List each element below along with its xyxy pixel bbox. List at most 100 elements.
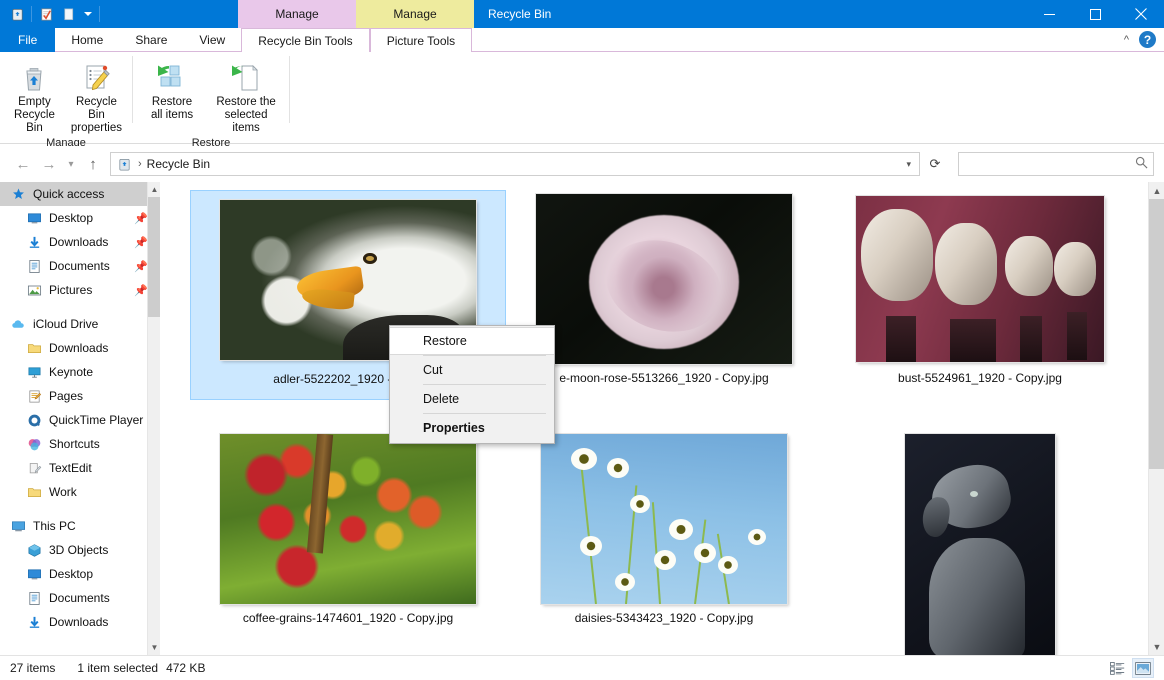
folder-icon: [26, 484, 43, 501]
sidebar-label: Pictures: [49, 283, 93, 297]
minimize-button[interactable]: [1026, 0, 1072, 28]
file-list-scrollbar[interactable]: ▲ ▼: [1148, 182, 1164, 655]
documents-icon: [26, 258, 43, 275]
context-menu-item-restore[interactable]: Restore: [390, 327, 554, 355]
file-list-pane[interactable]: adler-5522202_1920 - Copy e-moon-rose-55…: [160, 182, 1164, 655]
close-button[interactable]: [1118, 0, 1164, 28]
sidebar-item-shortcuts[interactable]: Shortcuts: [0, 432, 160, 456]
sidebar-item-keynote[interactable]: Keynote: [0, 360, 160, 384]
restore-all-items-button[interactable]: Restore all items: [137, 58, 207, 124]
context-menu-item-delete[interactable]: Delete: [390, 385, 554, 413]
sidebar-label: 3D Objects: [49, 543, 109, 557]
scroll-down-button[interactable]: ▼: [1149, 638, 1164, 655]
sidebar-item-this-pc[interactable]: This PC: [0, 514, 160, 538]
up-button[interactable]: ↑: [80, 151, 106, 177]
sidebar-scroll-thumb[interactable]: [148, 197, 160, 317]
scroll-up-button[interactable]: ▲: [1149, 182, 1164, 199]
file-item[interactable]: bust-5524961_1920 - Copy.jpg: [822, 190, 1138, 400]
recycle-bin-icon[interactable]: [6, 3, 28, 25]
file-item[interactable]: daisies-5343423_1920 - Copy.jpg: [506, 430, 822, 640]
tab-recycle-bin-tools[interactable]: Recycle Bin Tools: [241, 28, 370, 53]
context-menu-item-cut[interactable]: Cut: [390, 356, 554, 384]
sidebar-item-quicktime-player[interactable]: QuickTime Player: [0, 408, 160, 432]
sidebar-item-desktop[interactable]: Desktop 📌: [0, 206, 160, 230]
thumbnail-bust: [856, 196, 1104, 362]
daisy-flower: [668, 519, 693, 540]
sidebar-label: Documents: [49, 591, 110, 605]
chevron-down-icon[interactable]: [79, 3, 96, 25]
main-area: Quick access Desktop 📌 Downloads 📌 Docum…: [0, 182, 1164, 655]
tab-view[interactable]: View: [183, 28, 241, 52]
sidebar-item-quick-access[interactable]: Quick access: [0, 182, 160, 206]
recycle-bin-properties-button[interactable]: Recycle Bin properties: [65, 58, 128, 137]
file-name-label: daisies-5343423_1920 - Copy.jpg: [574, 611, 754, 625]
tab-share[interactable]: Share: [119, 28, 183, 52]
daisy-flower: [718, 556, 739, 575]
restore-all-items-label-2: all items: [150, 109, 194, 121]
tab-picture-tools[interactable]: Picture Tools: [369, 28, 473, 52]
window-title: Recycle Bin: [488, 7, 552, 21]
tab-file[interactable]: File: [0, 28, 56, 52]
details-view-button[interactable]: [1106, 658, 1128, 678]
qat-separator: [31, 6, 32, 22]
daisy-flower: [570, 447, 597, 470]
recent-locations-button[interactable]: ▾: [62, 151, 80, 177]
thumbnail-wrap: [852, 194, 1108, 364]
recycle-bin-properties-label-1: Recycle Bin: [75, 96, 117, 121]
sidebar-item-pc-downloads[interactable]: Downloads: [0, 610, 160, 634]
sidebar-label: Downloads: [49, 341, 109, 355]
forward-button[interactable]: →: [36, 151, 62, 177]
file-name-label: coffee-grains-1474601_1920 - Copy.jpg: [242, 611, 454, 625]
back-button[interactable]: ←: [10, 151, 36, 177]
pin-icon[interactable]: 📌: [134, 284, 148, 297]
star-pin-icon: [10, 186, 27, 203]
sidebar-item-icloud-drive[interactable]: iCloud Drive: [0, 312, 160, 336]
pin-icon[interactable]: 📌: [134, 236, 148, 249]
restore-selected-items-button[interactable]: Restore the selected items: [207, 58, 285, 137]
address-bar[interactable]: › Recycle Bin ▾: [110, 152, 920, 176]
sidebar-item-documents[interactable]: Documents 📌: [0, 254, 160, 278]
sidebar-label: Desktop: [49, 567, 94, 581]
file-item[interactable]: dog-3204497_1920 - Copy.jpg: [822, 430, 1138, 655]
collapse-ribbon-icon[interactable]: ^: [1124, 34, 1129, 46]
daisy-flower: [629, 495, 650, 514]
sidebar-scroll-up-button[interactable]: ▲: [148, 182, 160, 197]
pin-icon[interactable]: 📌: [134, 212, 148, 225]
sidebar-item-pc-desktop[interactable]: Desktop: [0, 562, 160, 586]
sidebar-item-pages[interactable]: Pages: [0, 384, 160, 408]
properties-icon[interactable]: [35, 3, 57, 25]
new-item-icon[interactable]: [57, 3, 79, 25]
help-icon[interactable]: ?: [1139, 31, 1156, 48]
file-item[interactable]: coffee-grains-1474601_1920 - Copy.jpg: [190, 430, 506, 640]
sidebar-item-pictures[interactable]: Pictures 📌: [0, 278, 160, 302]
file-name-label: bust-5524961_1920 - Copy.jpg: [898, 371, 1062, 385]
sidebar-label: Pages: [49, 389, 84, 403]
maximize-button[interactable]: [1072, 0, 1118, 28]
sidebar-item-icloud-downloads[interactable]: Downloads: [0, 336, 160, 360]
sidebar-item-textedit[interactable]: TextEdit: [0, 456, 160, 480]
tab-home[interactable]: Home: [55, 28, 119, 52]
sidebar-label: Shortcuts: [49, 437, 100, 451]
chevron-down-icon[interactable]: ▾: [906, 159, 915, 170]
scroll-thumb[interactable]: [1149, 199, 1164, 469]
context-menu-item-properties[interactable]: Properties: [390, 414, 554, 442]
contextual-tab-manage-picture[interactable]: Manage: [356, 0, 474, 28]
sidebar-item-downloads[interactable]: Downloads 📌: [0, 230, 160, 254]
sidebar-scrollbar[interactable]: ▲ ▼: [147, 182, 160, 655]
pin-icon[interactable]: 📌: [134, 260, 148, 273]
search-box[interactable]: [958, 152, 1154, 176]
sidebar-scroll-down-button[interactable]: ▼: [148, 640, 160, 655]
search-input[interactable]: [964, 157, 1135, 171]
file-name-label: e-moon-rose-5513266_1920 - Copy.jpg: [559, 371, 769, 385]
large-icons-view-button[interactable]: [1132, 658, 1154, 678]
breadcrumb[interactable]: Recycle Bin: [147, 157, 210, 171]
search-icon[interactable]: [1135, 156, 1148, 172]
sidebar-item-3d-objects[interactable]: 3D Objects: [0, 538, 160, 562]
contextual-tab-manage-recycle[interactable]: Manage: [238, 0, 356, 28]
desktop-icon: [26, 210, 43, 227]
empty-recycle-bin-button[interactable]: Empty Recycle Bin: [4, 58, 65, 137]
context-menu[interactable]: Restore Cut Delete Properties: [389, 325, 555, 444]
sidebar-item-work[interactable]: Work: [0, 480, 160, 504]
refresh-button[interactable]: ⟳: [922, 152, 948, 176]
sidebar-item-pc-documents[interactable]: Documents: [0, 586, 160, 610]
